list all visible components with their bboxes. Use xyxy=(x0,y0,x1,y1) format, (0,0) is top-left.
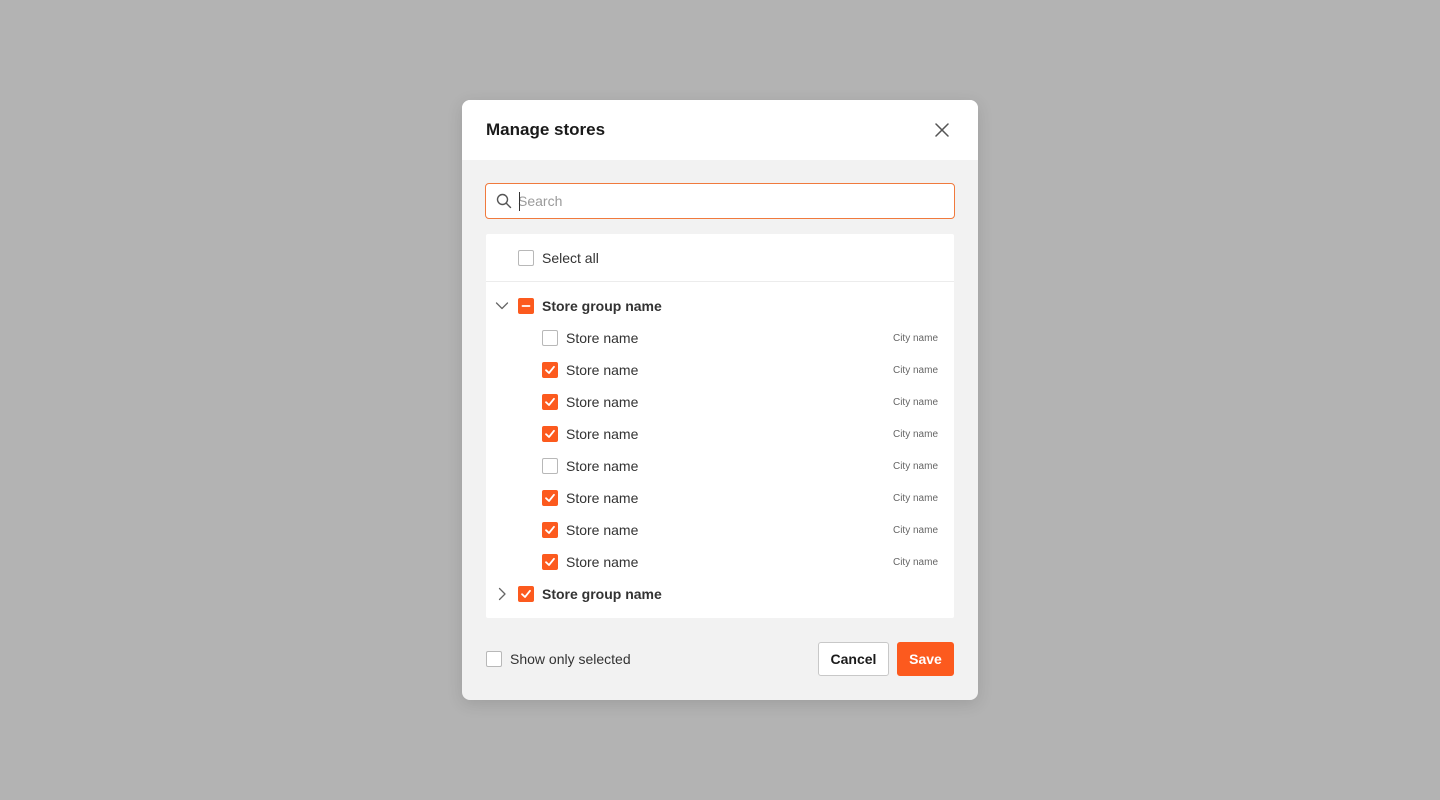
select-all-row[interactable]: Select all xyxy=(486,242,954,274)
store-checkbox[interactable] xyxy=(542,490,558,506)
store-row[interactable]: Store name City name xyxy=(486,514,954,546)
store-name-label: Store name xyxy=(566,522,639,538)
store-group-label: Store group name xyxy=(542,298,662,314)
store-row[interactable]: Store name City name xyxy=(486,450,954,482)
store-group-checkbox[interactable] xyxy=(518,298,534,314)
store-row[interactable]: Store name City name xyxy=(486,386,954,418)
checkmark-icon xyxy=(545,365,555,374)
store-group-row[interactable]: Store group name xyxy=(486,290,954,322)
store-city-label: City name xyxy=(892,525,938,536)
checkmark-icon xyxy=(521,589,531,598)
store-name-label: Store name xyxy=(566,426,639,442)
store-checkbox[interactable] xyxy=(542,554,558,570)
store-checkbox[interactable] xyxy=(542,362,558,378)
close-button[interactable] xyxy=(930,118,954,142)
store-checkbox[interactable] xyxy=(542,426,558,442)
checkmark-icon xyxy=(545,493,555,502)
store-row[interactable]: Store name City name xyxy=(486,482,954,514)
store-group-checkbox[interactable] xyxy=(518,586,534,602)
store-list: Select all Store group name Store name Cit… xyxy=(486,234,954,618)
show-only-selected-label: Show only selected xyxy=(510,651,631,667)
search-box[interactable] xyxy=(485,183,955,219)
select-all-label: Select all xyxy=(542,250,599,266)
chevron-down-icon[interactable] xyxy=(494,298,510,314)
store-name-label: Store name xyxy=(566,458,639,474)
search-icon xyxy=(496,193,512,209)
store-city-label: City name xyxy=(892,429,938,440)
modal-header: Manage stores xyxy=(462,100,978,160)
store-city-label: City name xyxy=(892,397,938,408)
store-group-row[interactable]: Store group name xyxy=(486,578,954,610)
checkmark-icon xyxy=(545,429,555,438)
checkmark-icon xyxy=(545,397,555,406)
store-row[interactable]: Store name City name xyxy=(486,322,954,354)
show-only-selected-checkbox[interactable] xyxy=(486,651,502,667)
store-group-label: Store group name xyxy=(542,586,662,602)
text-caret xyxy=(519,192,520,211)
manage-stores-modal: Manage stores Select all Store group nam… xyxy=(462,100,978,700)
search-input[interactable] xyxy=(518,184,938,218)
close-icon xyxy=(935,123,949,137)
store-row[interactable]: Store name City name xyxy=(486,418,954,450)
store-checkbox[interactable] xyxy=(542,522,558,538)
store-name-label: Store name xyxy=(566,362,639,378)
store-name-label: Store name xyxy=(566,554,639,570)
store-checkbox[interactable] xyxy=(542,458,558,474)
checkmark-icon xyxy=(545,557,555,566)
divider xyxy=(486,281,954,282)
chevron-right-icon[interactable] xyxy=(494,586,510,602)
store-row[interactable]: Store name City name xyxy=(486,546,954,578)
store-city-label: City name xyxy=(892,493,938,504)
indeterminate-icon xyxy=(521,305,531,307)
select-all-checkbox[interactable] xyxy=(518,250,534,266)
checkmark-icon xyxy=(545,525,555,534)
modal-title: Manage stores xyxy=(486,120,606,139)
store-checkbox[interactable] xyxy=(542,330,558,346)
cancel-button[interactable]: Cancel xyxy=(818,642,889,676)
store-name-label: Store name xyxy=(566,394,639,410)
save-button[interactable]: Save xyxy=(897,642,954,676)
store-checkbox[interactable] xyxy=(542,394,558,410)
store-city-label: City name xyxy=(892,365,938,376)
store-name-label: Store name xyxy=(566,330,639,346)
store-city-label: City name xyxy=(892,333,938,344)
store-city-label: City name xyxy=(892,461,938,472)
store-city-label: City name xyxy=(892,557,938,568)
store-row[interactable]: Store name City name xyxy=(486,354,954,386)
store-name-label: Store name xyxy=(566,490,639,506)
